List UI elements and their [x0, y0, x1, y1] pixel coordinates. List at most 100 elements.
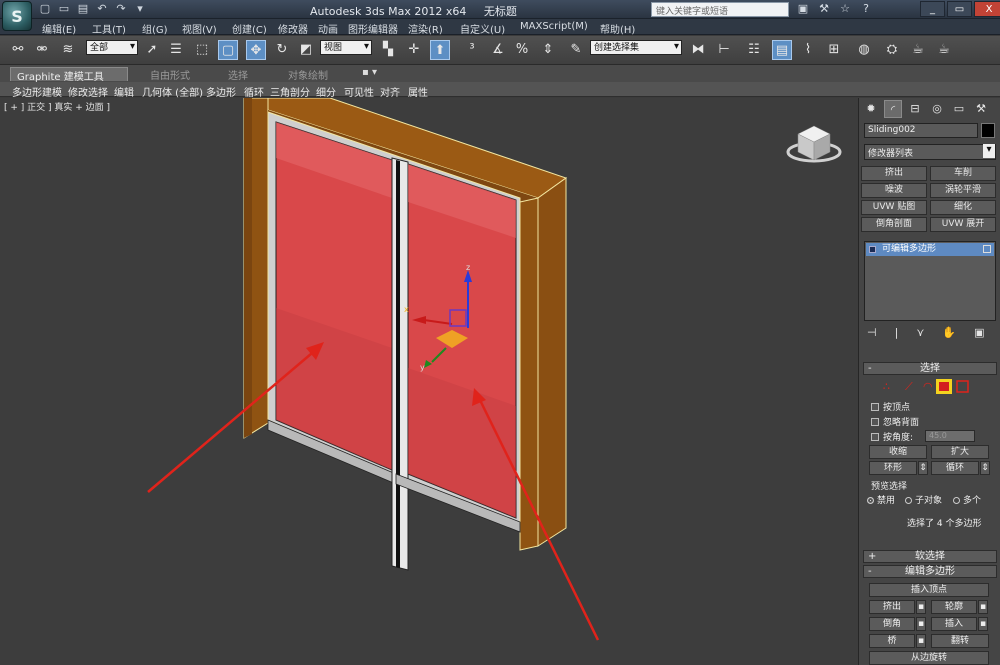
edit-named-selection-icon[interactable]: ✎: [566, 40, 586, 60]
ribbon-panel[interactable]: 修改选择: [68, 84, 108, 99]
bind-space-warp-icon[interactable]: ≋: [58, 40, 78, 60]
mirror-icon[interactable]: ⧓: [688, 40, 708, 60]
select-and-scale-icon[interactable]: ◩: [296, 40, 316, 60]
outline-settings-icon[interactable]: ▪: [978, 600, 988, 614]
help-icon[interactable]: ?: [859, 2, 873, 16]
schematic-view-icon[interactable]: ⊞: [824, 40, 844, 60]
ribbon-panel[interactable]: 细分: [316, 84, 336, 99]
search-input[interactable]: 键入关键字或短语: [651, 2, 789, 17]
selection-filter-dropdown[interactable]: 全部: [86, 40, 138, 55]
stack-toggle-icon[interactable]: [983, 245, 991, 253]
link-icon[interactable]: ⚯: [8, 40, 28, 60]
rectangular-region-icon[interactable]: ⬚: [192, 40, 212, 60]
named-selection-sets-dropdown[interactable]: 创建选择集: [590, 40, 682, 55]
tab-graphite-modeling[interactable]: Graphite 建模工具: [10, 67, 128, 83]
keyboard-shortcut-toggle-icon[interactable]: ⬆: [430, 40, 450, 60]
loop-spinner[interactable]: ⇕: [980, 461, 990, 475]
select-and-move-icon[interactable]: ✥: [246, 40, 266, 60]
rollout-edit-polygons[interactable]: - 编辑多边形: [863, 565, 997, 578]
tab-freeform[interactable]: 自由形式: [144, 67, 196, 82]
preview-off-radio[interactable]: 禁用: [867, 493, 895, 506]
ribbon-panel[interactable]: 属性: [408, 84, 428, 99]
insert-vertex-button[interactable]: 插入顶点: [869, 583, 989, 597]
show-end-result-icon[interactable]: |: [895, 326, 899, 339]
render-setup-icon[interactable]: ⛭: [882, 40, 902, 60]
perspective-viewport[interactable]: z x y [ + ] 正交 ] 真实 + 边面 ]: [0, 98, 858, 665]
curve-editor-icon[interactable]: ⌇: [798, 40, 818, 60]
layer-manager-icon[interactable]: ☷: [744, 40, 764, 60]
menu-item[interactable]: 修改器: [278, 21, 308, 36]
rollout-selection[interactable]: - 选择: [863, 362, 997, 375]
menu-item[interactable]: 渲染(R): [408, 21, 443, 36]
modifier-list-dropdown[interactable]: 修改器列表: [864, 144, 996, 160]
stack-item-editable-poly[interactable]: 可编辑多边形: [866, 243, 994, 256]
select-object-icon[interactable]: ➚: [142, 40, 162, 60]
border-level-icon[interactable]: ◠: [923, 380, 933, 393]
ring-spinner[interactable]: ⇕: [918, 461, 928, 475]
close-button[interactable]: X: [974, 1, 1000, 17]
edge-level-icon[interactable]: ⟋: [905, 380, 913, 393]
bevel-settings-icon[interactable]: ▪: [916, 617, 926, 631]
select-manipulate-icon[interactable]: ✛: [404, 40, 424, 60]
ribbon-panel[interactable]: 多边形: [206, 84, 236, 99]
minimize-button[interactable]: _: [920, 1, 945, 17]
new-icon[interactable]: ▢: [38, 2, 52, 16]
menu-item[interactable]: 视图(V): [182, 21, 217, 36]
lightbulb-icon[interactable]: [869, 246, 876, 253]
menu-item[interactable]: 帮助(H): [600, 21, 635, 36]
outline-button[interactable]: 轮廓: [931, 600, 977, 614]
tab-selection[interactable]: 选择: [222, 67, 254, 82]
by-angle-checkbox[interactable]: 按角度:: [871, 430, 913, 443]
menu-item[interactable]: 动画: [318, 21, 338, 36]
align-icon[interactable]: ⊢: [714, 40, 734, 60]
pin-stack-icon[interactable]: ⊣: [867, 326, 877, 339]
loop-button[interactable]: 循环: [931, 461, 979, 475]
element-level-icon[interactable]: [956, 380, 969, 393]
rendered-frame-window-icon[interactable]: ☕: [908, 40, 928, 60]
save-icon[interactable]: ▤: [76, 2, 90, 16]
viewcube[interactable]: [786, 125, 842, 163]
select-and-rotate-icon[interactable]: ↻: [272, 40, 292, 60]
motion-icon[interactable]: ◎: [928, 100, 946, 118]
select-by-name-icon[interactable]: ☰: [166, 40, 186, 60]
menu-item[interactable]: 自定义(U): [460, 21, 505, 36]
infocenter-icon[interactable]: ▣: [796, 2, 810, 16]
angle-snap-icon[interactable]: ∡: [488, 40, 508, 60]
menu-item[interactable]: 组(G): [142, 21, 168, 36]
object-name-field[interactable]: Sliding002: [864, 123, 978, 138]
undo-icon[interactable]: ↶: [95, 2, 109, 16]
maximize-button[interactable]: ▭: [947, 1, 972, 17]
ribbon-panel[interactable]: 几何体 (全部): [142, 84, 203, 99]
spinner-snap-icon[interactable]: ⇕: [538, 40, 558, 60]
viewport-label[interactable]: [ + ] 正交 ] 真实 + 边面 ]: [4, 100, 110, 113]
ribbon-panel[interactable]: 编辑: [114, 84, 134, 99]
by-vertex-checkbox[interactable]: 按顶点: [871, 400, 910, 413]
redo-icon[interactable]: ↷: [114, 2, 128, 16]
ribbon-options-icon[interactable]: ▪ ▾: [356, 67, 383, 81]
reference-coordinate-dropdown[interactable]: 视图: [320, 40, 372, 55]
hierarchy-icon[interactable]: ⊟: [906, 100, 924, 118]
menu-item[interactable]: 编辑(E): [42, 21, 76, 36]
bridge-settings-icon[interactable]: ▪: [916, 634, 926, 648]
hinge-from-edge-button[interactable]: 从边旋转: [869, 651, 989, 665]
extrude-button[interactable]: 挤出: [869, 600, 915, 614]
bevel-button[interactable]: 倒角: [869, 617, 915, 631]
ignore-backfacing-checkbox[interactable]: 忽略背面: [871, 415, 919, 428]
favorites-icon[interactable]: ☆: [838, 2, 852, 16]
ring-button[interactable]: 环形: [869, 461, 917, 475]
inset-settings-icon[interactable]: ▪: [978, 617, 988, 631]
rollout-soft-selection[interactable]: + 软选择: [863, 550, 997, 563]
communication-icon[interactable]: ⚒: [817, 2, 831, 16]
utilities-icon[interactable]: ⚒: [972, 100, 990, 118]
ribbon-panel[interactable]: 三角剖分: [270, 84, 310, 99]
dropdown-icon[interactable]: ▾: [133, 2, 147, 16]
tab-object-paint[interactable]: 对象绘制: [282, 67, 334, 82]
ribbon-panel[interactable]: 循环: [244, 84, 264, 99]
modifier-button[interactable]: 挤出: [861, 166, 927, 181]
preview-subobject-radio[interactable]: 子对象: [905, 493, 942, 506]
extrude-settings-icon[interactable]: ▪: [916, 600, 926, 614]
menu-item[interactable]: 工具(T): [92, 21, 126, 36]
display-icon[interactable]: ▭: [950, 100, 968, 118]
snaps-toggle-icon[interactable]: ³: [462, 40, 482, 60]
window-crossing-icon[interactable]: ▢: [218, 40, 238, 60]
